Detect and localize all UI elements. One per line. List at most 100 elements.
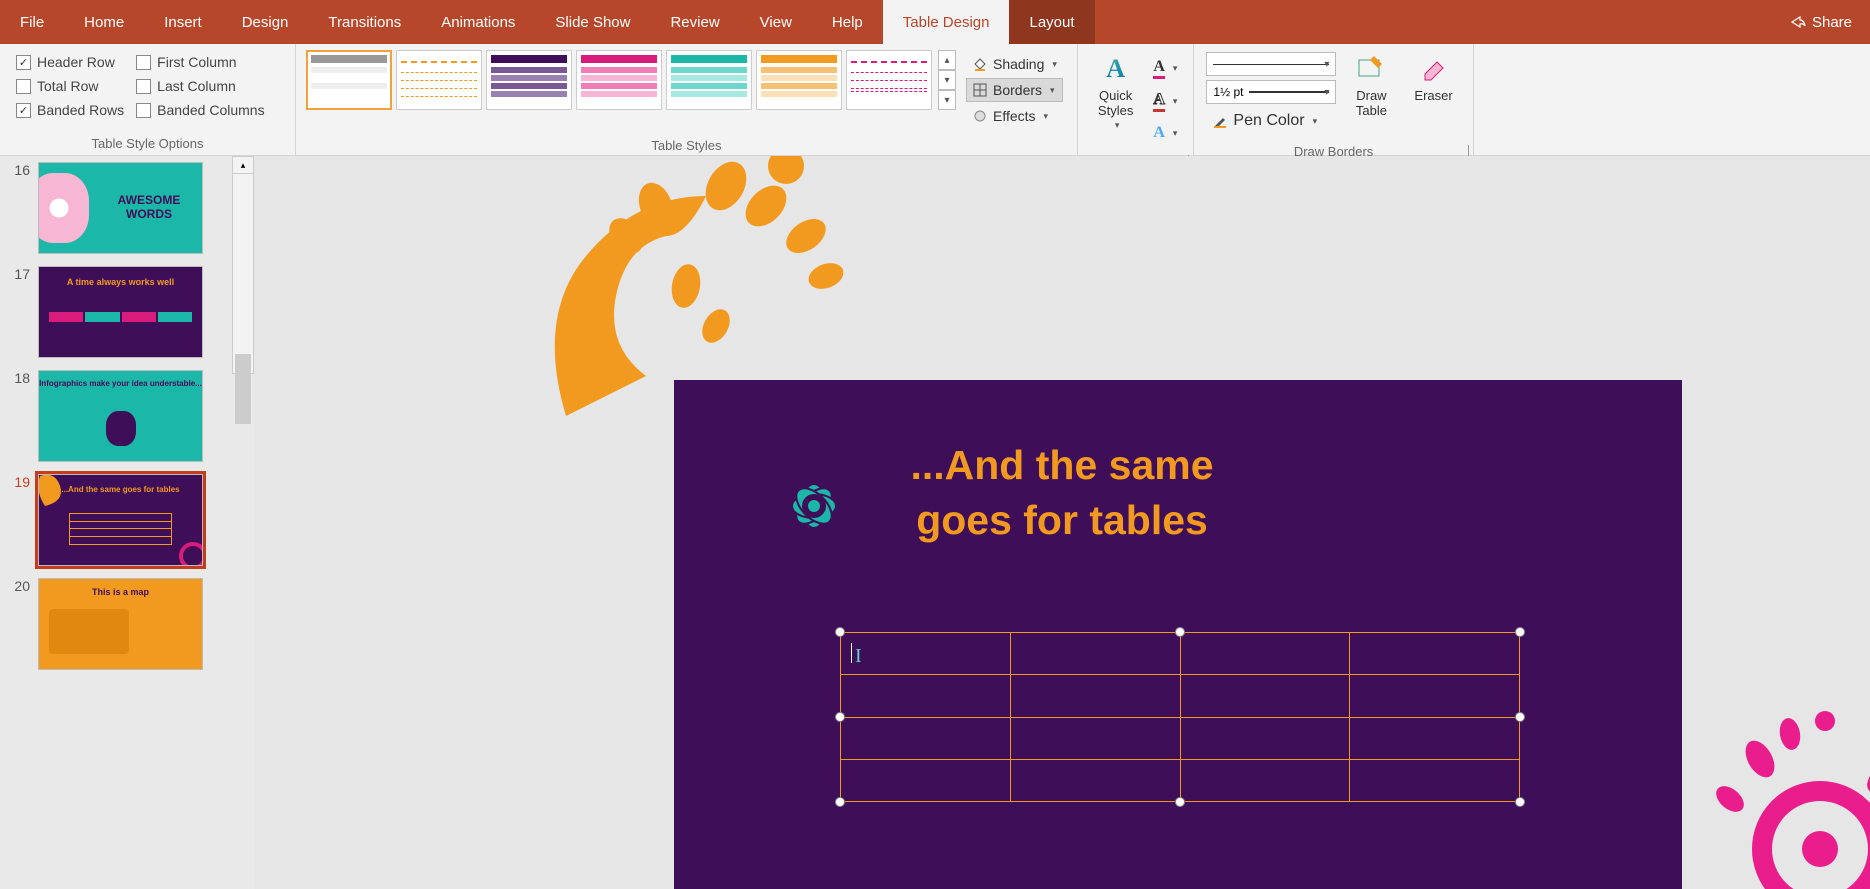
check-last-column[interactable]: Last Column [130,74,270,98]
scroll-track[interactable] [232,174,254,374]
gallery-scroll-up[interactable]: ▴ [938,50,956,70]
selection-handle[interactable] [1175,627,1185,637]
gallery-more[interactable]: ▾ [938,90,956,110]
selection-handle[interactable] [835,712,845,722]
thumb-preview: Infographics make your idea understable.… [38,370,203,462]
check-total-row[interactable]: Total Row [10,74,130,98]
tab-animations[interactable]: Animations [421,0,535,44]
tab-transitions[interactable]: Transitions [308,0,421,44]
effects-button[interactable]: Effects ▾ [966,104,1063,128]
thumbnail-19[interactable]: 19 ...And the same goes for tables [0,468,254,572]
flourish-decoration [526,156,866,436]
selection-handle[interactable] [1515,627,1525,637]
text-fill-button[interactable]: A▾ [1147,54,1183,83]
scroll-handle[interactable] [235,354,251,424]
tab-help[interactable]: Help [812,0,883,44]
thumbnail-20[interactable]: 20 This is a map [0,572,254,676]
chevron-down-icon: ▾ [1173,63,1178,74]
thumbnail-18[interactable]: 18 Infographics make your idea understab… [0,364,254,468]
quick-styles-icon: A [1099,52,1133,86]
label-last-column: Last Column [157,78,236,94]
thumb-number: 19 [8,474,30,490]
selection-handle[interactable] [1515,797,1525,807]
tab-table-design[interactable]: Table Design [883,0,1010,44]
chevron-down-icon: ▾ [1173,128,1178,139]
text-effects-button[interactable]: A▾ [1147,120,1183,146]
label-first-column: First Column [157,54,236,70]
ribbon-body: ✓Header Row Total Row ✓ Banded Rows First… [0,44,1870,156]
tab-layout[interactable]: Layout [1009,0,1094,44]
pen-style-select[interactable] [1206,52,1336,76]
tab-insert[interactable]: Insert [144,0,222,44]
group-label-table-style-options: Table Style Options [0,134,295,155]
selection-handle[interactable] [835,627,845,637]
quick-styles-label: Quick Styles [1098,88,1133,118]
tab-view[interactable]: View [740,0,812,44]
eraser-button[interactable]: Eraser [1404,50,1462,105]
bucket-icon [972,56,988,72]
slide-table[interactable]: I [840,632,1520,802]
draw-table-label: Draw Table [1356,88,1387,118]
text-effects-icon: A [1153,124,1165,142]
tab-file[interactable]: File [0,0,64,44]
group-wordart-styles: A Quick Styles ▾ A▾ A▾ A▾ WordArt Styles [1078,44,1195,155]
tab-design[interactable]: Design [222,0,309,44]
table-style-7[interactable] [846,50,932,110]
check-banded-rows[interactable]: ✓ Banded Rows [10,98,130,122]
thumbnail-scrollbar: ▴ [232,156,254,396]
table-style-4[interactable] [576,50,662,110]
borders-button[interactable]: Borders ▾ [966,78,1063,102]
thumb-number: 18 [8,370,30,386]
thumbnail-panel: ▴ 16 AWESOME WORDS 17 A time always work… [0,156,254,889]
pen-color-label: Pen Color [1233,112,1304,130]
share-button[interactable]: Share [1772,0,1870,44]
tab-home[interactable]: Home [64,0,144,44]
pen-color-button[interactable]: Pen Color▾ [1206,108,1336,134]
pen-color-icon [1212,113,1228,129]
thumbnail-16[interactable]: 16 AWESOME WORDS [0,156,254,260]
chevron-down-icon: ▾ [1044,111,1049,122]
checkbox-icon [16,79,31,94]
selection-handle[interactable] [835,797,845,807]
tab-review[interactable]: Review [650,0,739,44]
thumb-preview: This is a map [38,578,203,670]
selection-handle[interactable] [1175,797,1185,807]
gallery-scroll-down[interactable]: ▾ [938,70,956,90]
table-style-6[interactable] [756,50,842,110]
table-styles-gallery: ▴ ▾ ▾ [306,50,956,110]
chevron-down-icon: ▾ [1115,120,1120,131]
thumb-preview: ...And the same goes for tables [38,474,203,566]
quick-styles-button[interactable]: A Quick Styles ▾ [1088,50,1143,133]
scroll-up-button[interactable]: ▴ [232,156,254,174]
tab-slide-show[interactable]: Slide Show [535,0,650,44]
shading-button[interactable]: Shading▾ [966,52,1063,76]
group-table-style-options: ✓Header Row Total Row ✓ Banded Rows First… [0,44,296,155]
table-style-2[interactable] [396,50,482,110]
thumb-preview: AWESOME WORDS [38,162,203,254]
effects-label: Effects [993,108,1036,124]
slide-editor[interactable]: ...And the samegoes for tables I [254,156,1870,889]
draw-table-button[interactable]: Draw Table [1344,50,1398,120]
table-style-1[interactable] [306,50,392,110]
shading-label: Shading [993,56,1044,72]
text-outline-button[interactable]: A▾ [1147,87,1183,116]
check-banded-columns[interactable]: Banded Columns [130,98,270,122]
selection-handle[interactable] [1515,712,1525,722]
main-area: ▴ 16 AWESOME WORDS 17 A time always work… [0,156,1870,889]
slide-table-selected[interactable]: I [840,632,1520,802]
thumbnail-17[interactable]: 17 A time always works well [0,260,254,364]
label-banded-rows: Banded Rows [37,102,124,118]
flourish-decoration-br [1650,679,1870,889]
group-label-table-styles: Table Styles [296,136,1077,157]
table-style-5[interactable] [666,50,752,110]
borders-label: Borders [993,82,1042,98]
text-outline-icon: A [1153,91,1165,112]
check-header-row[interactable]: ✓Header Row [10,50,130,74]
thumb-number: 20 [8,578,30,594]
check-first-column[interactable]: First Column [130,50,270,74]
chevron-down-icon: ▾ [1050,85,1055,96]
pen-weight-select[interactable]: 1½ pt [1206,80,1336,104]
table-style-3[interactable] [486,50,572,110]
eraser-label: Eraser [1414,88,1452,103]
checkbox-icon: ✓ [16,103,31,118]
